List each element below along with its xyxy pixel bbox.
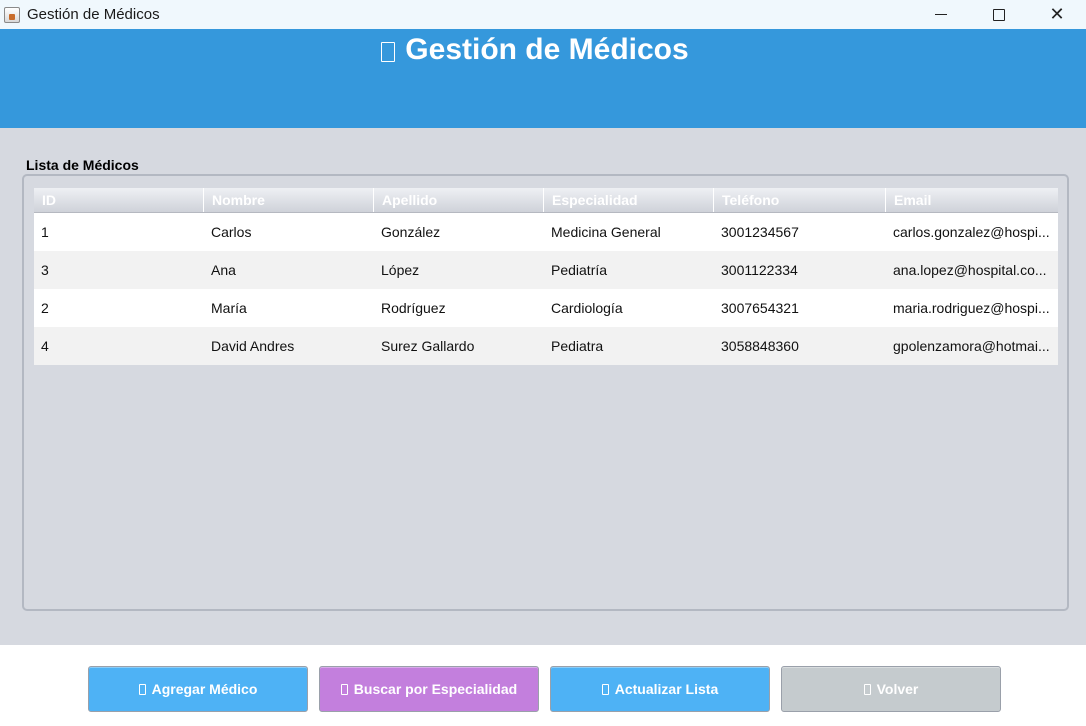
minimize-icon bbox=[935, 14, 947, 15]
page-title: Gestión de Médicos bbox=[0, 33, 1070, 67]
close-icon: ✕ bbox=[1049, 3, 1065, 25]
table-cell: maria.rodriguez@hospi... bbox=[893, 300, 1050, 316]
main-content: Lista de Médicos ID Nombre Apellido Espe… bbox=[0, 128, 1086, 645]
add-doctor-button-label: Agregar Médico bbox=[151, 681, 258, 697]
table-cell: gpolenzamora@hotmai... bbox=[893, 338, 1050, 354]
table-cell: 3001234567 bbox=[721, 224, 799, 240]
table-cell: carlos.gonzalez@hospi... bbox=[893, 224, 1050, 240]
add-doctor-button[interactable]: Agregar Médico bbox=[88, 666, 308, 712]
table-header: ID Nombre Apellido Especialidad Teléfono… bbox=[34, 188, 1058, 213]
column-header-id[interactable]: ID bbox=[34, 188, 204, 212]
section-title: Lista de Médicos bbox=[26, 157, 139, 173]
table-cell: ana.lopez@hospital.co... bbox=[893, 262, 1047, 278]
column-header-telefono[interactable]: Teléfono bbox=[714, 188, 886, 212]
page-header: Gestión de Médicos bbox=[0, 29, 1086, 128]
table-cell: 4 bbox=[41, 338, 49, 354]
maximize-icon bbox=[993, 8, 1005, 21]
page-title-text: Gestión de Médicos bbox=[405, 33, 689, 66]
window-titlebar: Gestión de Médicos ✕ bbox=[0, 0, 1086, 29]
table-row[interactable]: 1 Carlos González Medicina General 30012… bbox=[34, 213, 1058, 251]
column-header-especialidad[interactable]: Especialidad bbox=[544, 188, 714, 212]
table-cell: Rodríguez bbox=[381, 300, 446, 316]
table-cell: Cardiología bbox=[551, 300, 623, 316]
table-row[interactable]: 2 María Rodríguez Cardiología 3007654321… bbox=[34, 289, 1058, 327]
search-by-specialty-button-label: Buscar por Especialidad bbox=[353, 681, 518, 697]
search-by-specialty-button[interactable]: Buscar por Especialidad bbox=[319, 666, 539, 712]
table-cell: Carlos bbox=[211, 224, 252, 240]
column-header-apellido[interactable]: Apellido bbox=[374, 188, 544, 212]
table-cell: 1 bbox=[41, 224, 49, 240]
missing-glyph-icon bbox=[381, 41, 396, 62]
doctors-table[interactable]: ID Nombre Apellido Especialidad Teléfono… bbox=[34, 188, 1058, 365]
table-cell: Ana bbox=[211, 262, 236, 278]
table-cell: González bbox=[381, 224, 441, 240]
table-cell: 3058848360 bbox=[721, 338, 799, 354]
table-cell: David Andres bbox=[211, 338, 295, 354]
table-cell: 3 bbox=[41, 262, 49, 278]
back-button-label: Volver bbox=[876, 681, 919, 697]
table-cell: López bbox=[381, 262, 420, 278]
refresh-list-button[interactable]: Actualizar Lista bbox=[550, 666, 770, 712]
table-cell: 3007654321 bbox=[721, 300, 799, 316]
maximize-button[interactable] bbox=[970, 0, 1028, 29]
refresh-list-button-label: Actualizar Lista bbox=[614, 681, 719, 697]
column-header-email[interactable]: Email bbox=[886, 188, 1058, 212]
window-controls: ✕ bbox=[912, 0, 1086, 29]
doctor-list-panel: ID Nombre Apellido Especialidad Teléfono… bbox=[22, 174, 1069, 611]
app-icon bbox=[4, 6, 20, 23]
column-header-nombre[interactable]: Nombre bbox=[204, 188, 374, 212]
table-cell: Medicina General bbox=[551, 224, 661, 240]
minimize-button[interactable] bbox=[912, 0, 970, 29]
table-cell: María bbox=[211, 300, 247, 316]
table-cell: Pediatría bbox=[551, 262, 608, 278]
missing-glyph-icon bbox=[138, 683, 146, 695]
missing-glyph-icon bbox=[601, 683, 609, 695]
back-button[interactable]: Volver bbox=[781, 666, 1001, 712]
table-cell: Pediatra bbox=[551, 338, 604, 354]
missing-glyph-icon bbox=[340, 683, 348, 695]
button-bar: Agregar Médico Buscar por Especialidad A… bbox=[0, 645, 1086, 726]
close-button[interactable]: ✕ bbox=[1028, 0, 1086, 29]
missing-glyph-icon bbox=[863, 683, 871, 695]
table-cell: 3001122334 bbox=[721, 262, 798, 278]
table-cell: Surez Gallardo bbox=[381, 338, 475, 354]
table-row[interactable]: 3 Ana López Pediatría 3001122334 ana.lop… bbox=[34, 251, 1058, 289]
table-cell: 2 bbox=[41, 300, 49, 316]
window-title: Gestión de Médicos bbox=[27, 6, 160, 23]
table-row[interactable]: 4 David Andres Surez Gallardo Pediatra 3… bbox=[34, 327, 1058, 365]
